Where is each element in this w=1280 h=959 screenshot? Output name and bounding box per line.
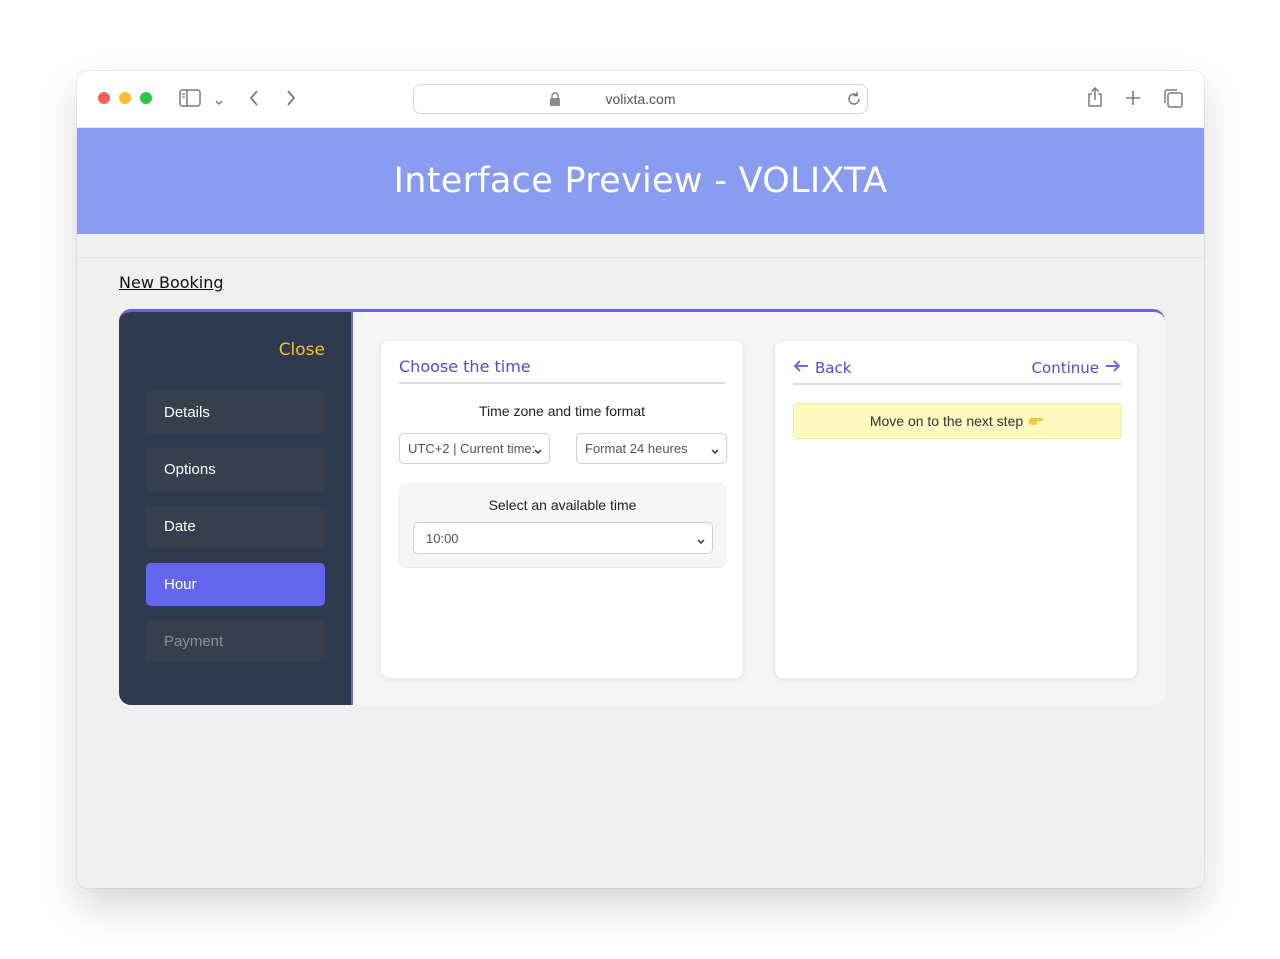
available-time-label: Select an available time (488, 497, 637, 513)
forward-arrow-icon[interactable] (285, 89, 297, 112)
lock-icon (549, 92, 561, 110)
timezone-select[interactable]: UTC+2 | Current time: (399, 433, 550, 464)
address-bar[interactable]: volixta.com (413, 84, 868, 114)
step-hour[interactable]: Hour (146, 563, 325, 606)
time-format-select[interactable]: Format 24 heures (576, 433, 727, 464)
reload-icon[interactable] (846, 91, 862, 110)
step-details[interactable]: Details (146, 391, 325, 434)
minimize-window-button[interactable] (119, 92, 131, 104)
tab-overview-icon[interactable] (1163, 89, 1183, 113)
time-format-value: Format 24 heures (585, 441, 688, 456)
continue-label: Continue (1031, 359, 1099, 377)
page-banner: Interface Preview - VOLIXTA (77, 128, 1204, 234)
next-step-notice: Move on to the next step (793, 403, 1121, 439)
time-card-title: Choose the time (399, 357, 725, 384)
step-navigation: Back Continue (793, 357, 1121, 385)
pointing-hand-icon (1028, 413, 1044, 429)
time-card: Choose the time Time zone and time forma… (381, 341, 743, 678)
chevron-down-icon[interactable] (214, 94, 224, 112)
browser-window: volixta.com Interface Preview - VOLIXTA … (77, 71, 1204, 888)
available-time-select[interactable]: 10:00 (413, 522, 713, 554)
chevron-down-icon (696, 534, 706, 549)
timezone-value: UTC+2 | Current time: (408, 441, 536, 456)
url-text: volixta.com (605, 91, 676, 107)
close-button[interactable]: Close (279, 340, 325, 360)
chevron-down-icon (533, 444, 543, 459)
new-tab-icon[interactable] (1125, 90, 1141, 111)
share-icon[interactable] (1087, 86, 1103, 113)
back-button[interactable]: Back (793, 359, 851, 377)
notice-text: Move on to the next step (869, 413, 1024, 429)
step-payment[interactable]: Payment (146, 620, 325, 663)
continue-button[interactable]: Continue (1032, 359, 1121, 377)
booking-sidebar: Close Details Options Date Hour Payment (119, 312, 353, 705)
arrow-left-icon (793, 359, 809, 377)
sidebar-toggle-icon[interactable] (179, 89, 201, 112)
timezone-label: Time zone and time format (479, 403, 645, 419)
step-date[interactable]: Date (146, 505, 325, 548)
browser-toolbar: volixta.com (77, 71, 1204, 128)
maximize-window-button[interactable] (140, 92, 152, 104)
booking-widget: Close Details Options Date Hour Payment … (119, 309, 1165, 705)
close-window-button[interactable] (98, 92, 110, 104)
available-time-box: Select an available time 10:00 (399, 483, 726, 568)
back-arrow-icon[interactable] (248, 89, 260, 112)
step-options[interactable]: Options (146, 448, 325, 491)
arrow-right-icon (1105, 359, 1121, 377)
time-value: 10:00 (426, 530, 459, 546)
back-label: Back (815, 359, 852, 377)
chevron-down-icon (710, 444, 720, 459)
divider (77, 257, 1204, 258)
page-title: Interface Preview - VOLIXTA (393, 161, 888, 201)
action-card: Back Continue Move on to the next step (775, 341, 1137, 678)
new-booking-link[interactable]: New Booking (119, 273, 224, 292)
